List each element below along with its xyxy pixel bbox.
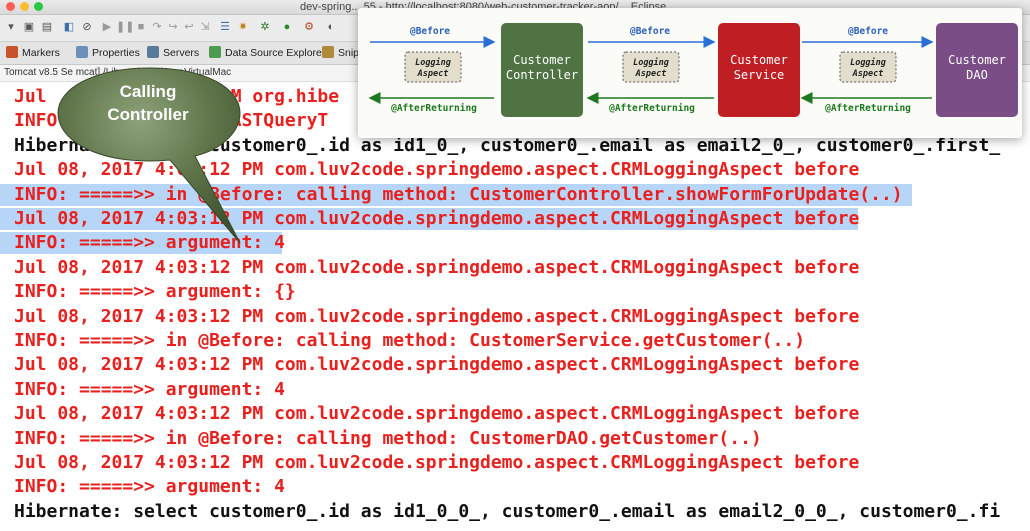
after-label-2: @AfterReturning <box>609 103 695 114</box>
console-line[interactable]: Jul 08, 2017 4:03:12 PM com.luv2code.spr… <box>14 257 859 279</box>
console-line[interactable]: INFO: =====>> argument: 4 <box>14 379 285 401</box>
step-over-icon[interactable]: ↪ <box>166 20 180 34</box>
after-label-3: @AfterReturning <box>825 103 911 114</box>
console-line[interactable]: Jul PM org.hibe <box>14 86 339 108</box>
console-line[interactable]: Jul 08, 2017 4:03:12 PM com.luv2code.spr… <box>14 306 859 328</box>
console-line[interactable]: Hibernate: sele t customer0_.id as id1_0… <box>14 135 1000 157</box>
servers-icon <box>147 46 159 58</box>
open-type-icon[interactable]: ☰ <box>218 20 232 34</box>
external-tools-icon[interactable]: ⚙ <box>302 20 316 34</box>
drop-frame-icon[interactable]: ⇲ <box>198 20 212 34</box>
console-line[interactable]: INFO: =====>> argument: 4 <box>14 476 285 498</box>
console-line[interactable]: Jul 08, 2017 4:03:12 PM com.luv2code.spr… <box>14 354 859 376</box>
suspend-icon[interactable]: ❚❚ <box>116 20 134 34</box>
console-line[interactable]: INFO: =====>> argument: {} <box>14 281 296 303</box>
zoom-window-button[interactable] <box>34 2 43 11</box>
customer-service-line1: Customer <box>730 53 788 67</box>
logging-aspect-1-line2: Aspect <box>417 69 449 79</box>
markers-icon <box>6 46 18 58</box>
tab-data-source-explorer[interactable]: Data Source Explorer <box>209 45 325 61</box>
stop-icon[interactable]: ■ <box>134 20 148 34</box>
save-icon[interactable]: ▣ <box>22 20 36 34</box>
console-line[interactable]: Jul 08, 2017 4:0 :12 PM com.luv2code.spr… <box>14 159 859 181</box>
minimize-window-button[interactable] <box>20 2 29 11</box>
console-line[interactable]: INFO: sing ASTQueryT <box>14 110 328 132</box>
console-line[interactable]: INFO: =====>> argument: 4 <box>14 232 285 254</box>
logging-aspect-3-line1: Logging <box>850 57 886 68</box>
customer-controller-line2: Controller <box>506 68 578 82</box>
customer-service-line2: Service <box>734 68 785 82</box>
console-line[interactable]: Jul 08, 2017 4:03:12 PM com.luv2code.spr… <box>14 403 859 425</box>
console-line[interactable]: Jul 08, 2017 4:03:12 PM com.luv2code.spr… <box>14 208 859 230</box>
search-icon[interactable]: ◐ <box>324 20 338 34</box>
before-label-2: @Before <box>630 26 670 37</box>
debug-run-icon[interactable]: ✲ <box>258 20 272 34</box>
properties-icon <box>76 46 88 58</box>
wizard-icon[interactable]: ✷ <box>236 20 250 34</box>
skip-icon[interactable]: ⊘ <box>80 20 94 34</box>
resume-icon[interactable]: ▶ <box>100 20 114 34</box>
customer-dao-line1: Customer <box>948 53 1006 67</box>
step-icon[interactable]: ↷ <box>150 20 164 34</box>
aop-flow-svg: @Before @Before @Before @AfterReturning … <box>368 23 1018 117</box>
console-output[interactable]: Jul PM org.hibe INFO: sing ASTQueryT Hiber… <box>0 82 1030 531</box>
new-icon[interactable]: ▾ <box>4 20 18 34</box>
logging-aspect-3-line2: Aspect <box>852 69 884 79</box>
debug-icon[interactable]: ◧ <box>62 20 76 34</box>
console-path: Tomcat v8.5 Se mcat] /Library/Java/JavaV… <box>4 67 232 78</box>
aop-flow-diagram: @Before @Before @Before @AfterReturning … <box>358 8 1022 138</box>
snippets-icon <box>322 46 334 58</box>
console-line[interactable]: INFO: =====>> in @Before: calling method… <box>14 184 903 206</box>
tab-servers[interactable]: Servers <box>147 45 199 61</box>
close-window-button[interactable] <box>6 2 15 11</box>
before-label-3: @Before <box>848 26 888 37</box>
logging-aspect-1-line1: Logging <box>415 57 451 68</box>
after-label-1: @AfterReturning <box>391 103 477 114</box>
run-icon[interactable]: ● <box>280 20 294 34</box>
print-icon[interactable]: ▤ <box>40 20 54 34</box>
console-line[interactable]: INFO: =====>> in @Before: calling method… <box>14 428 762 450</box>
console-line[interactable]: INFO: =====>> in @Before: calling method… <box>14 330 805 352</box>
logging-aspect-2-line2: Aspect <box>635 69 667 79</box>
console-line[interactable]: Jul 08, 2017 4:03:12 PM com.luv2code.spr… <box>14 452 859 474</box>
tab-properties[interactable]: Properties <box>76 45 140 61</box>
logging-aspect-2-line1: Logging <box>633 57 669 68</box>
tab-markers[interactable]: Markers <box>6 45 60 61</box>
step-return-icon[interactable]: ↩ <box>182 20 196 34</box>
data-source-icon <box>209 46 221 58</box>
customer-dao-line2: DAO <box>966 68 988 82</box>
customer-controller-line1: Customer <box>513 53 571 67</box>
before-label-1: @Before <box>410 26 450 37</box>
console-line[interactable]: Hibernate: select customer0_.id as id1_0… <box>14 501 1000 523</box>
